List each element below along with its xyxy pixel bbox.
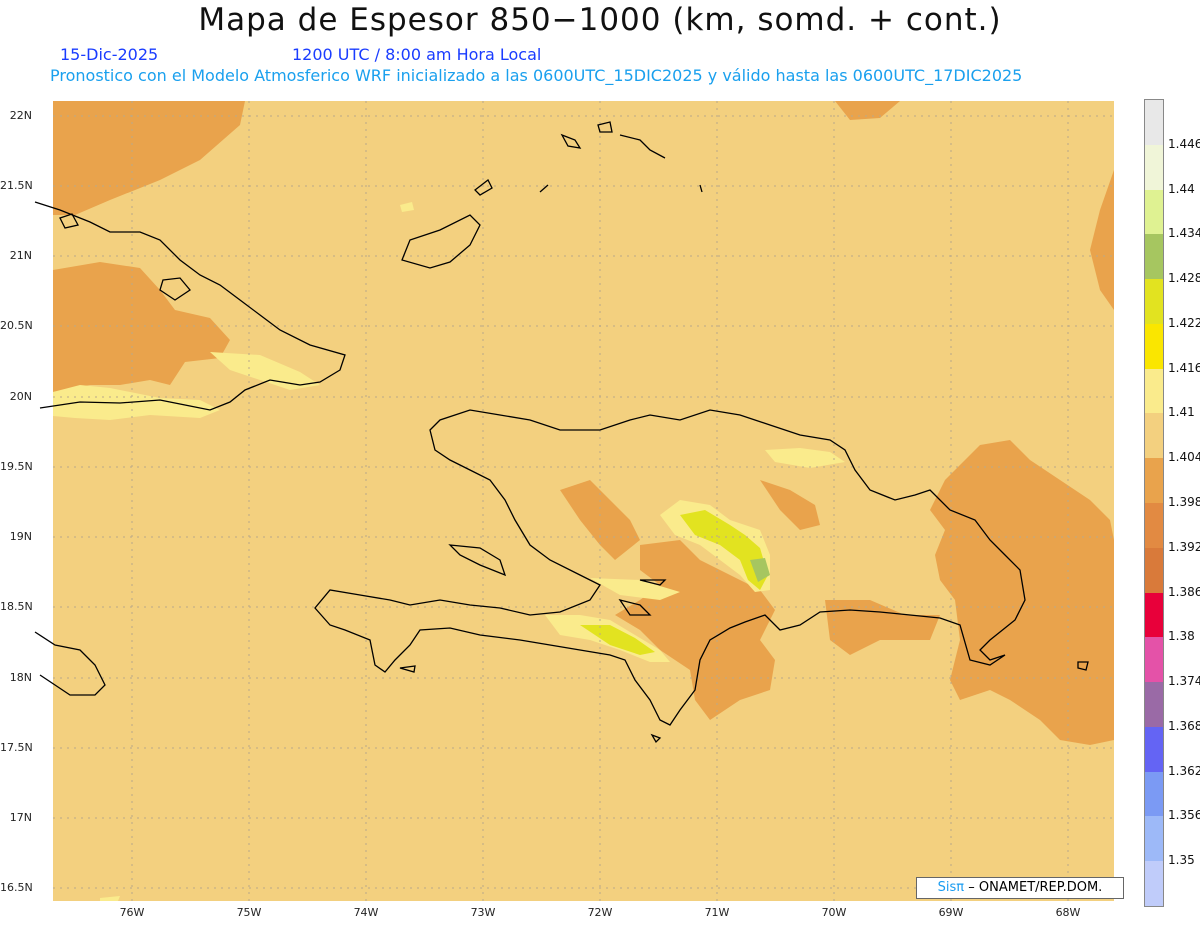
credit-box: Sisπ – ONAMET/REP.DOM. bbox=[916, 877, 1124, 899]
colorbar-segment bbox=[1145, 592, 1163, 638]
lon-label: 76W bbox=[119, 906, 145, 919]
colorbar-label: 1.356 bbox=[1168, 808, 1200, 823]
lat-label: 17.5N bbox=[0, 741, 33, 754]
colorbar-segment bbox=[1145, 458, 1163, 504]
forecast-date: 15-Dic-2025 bbox=[60, 45, 159, 64]
colorbar-segment bbox=[1145, 816, 1163, 862]
lon-label: 71W bbox=[704, 906, 730, 919]
colorbar-label: 1.398 bbox=[1168, 495, 1200, 509]
lat-label: 20N bbox=[9, 390, 32, 403]
credit-text: – ONAMET/REP.DOM. bbox=[968, 880, 1103, 895]
colorbar-segment bbox=[1145, 323, 1163, 370]
colorbar-label: 1.404 bbox=[1168, 450, 1200, 465]
sis-logo: Sisπ bbox=[937, 880, 965, 895]
colorbar-segment bbox=[1145, 503, 1163, 549]
colorbar-segment bbox=[1145, 368, 1163, 414]
colorbar bbox=[1144, 99, 1164, 907]
lon-label: 74W bbox=[353, 906, 379, 919]
lat-label: 17N bbox=[9, 811, 32, 824]
lat-label: 19.5N bbox=[0, 460, 33, 473]
colorbar-segment bbox=[1145, 413, 1163, 459]
colorbar-segment bbox=[1145, 771, 1163, 817]
lat-label: 21N bbox=[9, 249, 32, 262]
colorbar-label: 1.416 bbox=[1168, 360, 1200, 375]
forecast-description: Pronostico con el Modelo Atmosferico WRF… bbox=[50, 66, 1023, 85]
lon-label: 75W bbox=[236, 906, 262, 919]
lat-label: 18N bbox=[9, 671, 32, 684]
lat-label: 20.5N bbox=[0, 319, 33, 332]
colorbar-segment bbox=[1145, 726, 1163, 773]
forecast-time: 1200 UTC / 8:00 am Hora Local bbox=[292, 45, 542, 64]
colorbar-segment bbox=[1145, 144, 1163, 191]
colorbar-segment bbox=[1145, 279, 1163, 325]
colorbar-label: 1.386 bbox=[1168, 584, 1200, 599]
lat-label: 22N bbox=[9, 109, 32, 122]
lon-label: 68W bbox=[1055, 906, 1081, 919]
colorbar-segment bbox=[1145, 234, 1163, 280]
colorbar-segment bbox=[1145, 682, 1163, 728]
colorbar-segment bbox=[1145, 189, 1163, 235]
lon-label: 69W bbox=[938, 906, 964, 919]
colorbar-segment bbox=[1145, 547, 1163, 594]
lat-label: 21.5N bbox=[0, 179, 33, 192]
colorbar-label: 1.38 bbox=[1168, 629, 1195, 644]
colorbar-label: 1.362 bbox=[1168, 763, 1200, 778]
lon-label: 70W bbox=[821, 906, 847, 919]
colorbar-label: 1.368 bbox=[1168, 718, 1200, 733]
colorbar-label: 1.41 bbox=[1168, 405, 1195, 420]
lon-label: 72W bbox=[587, 906, 613, 919]
colorbar-label: 1.392 bbox=[1168, 539, 1200, 554]
colorbar-label: 1.434 bbox=[1168, 226, 1200, 241]
lat-label: 19N bbox=[9, 530, 32, 543]
page-title: Mapa de Espesor 850−1000 (km, somd. + co… bbox=[198, 2, 1002, 38]
colorbar-segment bbox=[1145, 861, 1163, 907]
colorbar-label: 1.446 bbox=[1168, 136, 1200, 151]
thickness-map bbox=[34, 101, 1114, 901]
colorbar-segment bbox=[1145, 100, 1163, 146]
lat-label: 16.5N bbox=[0, 881, 33, 894]
colorbar-label: 1.44 bbox=[1168, 181, 1195, 196]
colorbar-label: 1.374 bbox=[1168, 674, 1200, 689]
colorbar-segment bbox=[1145, 637, 1163, 683]
lat-label: 18.5N bbox=[0, 600, 33, 613]
lon-label: 73W bbox=[470, 906, 496, 919]
colorbar-label: 1.428 bbox=[1168, 271, 1200, 286]
colorbar-label: 1.422 bbox=[1168, 315, 1200, 330]
colorbar-label: 1.35 bbox=[1168, 853, 1195, 868]
